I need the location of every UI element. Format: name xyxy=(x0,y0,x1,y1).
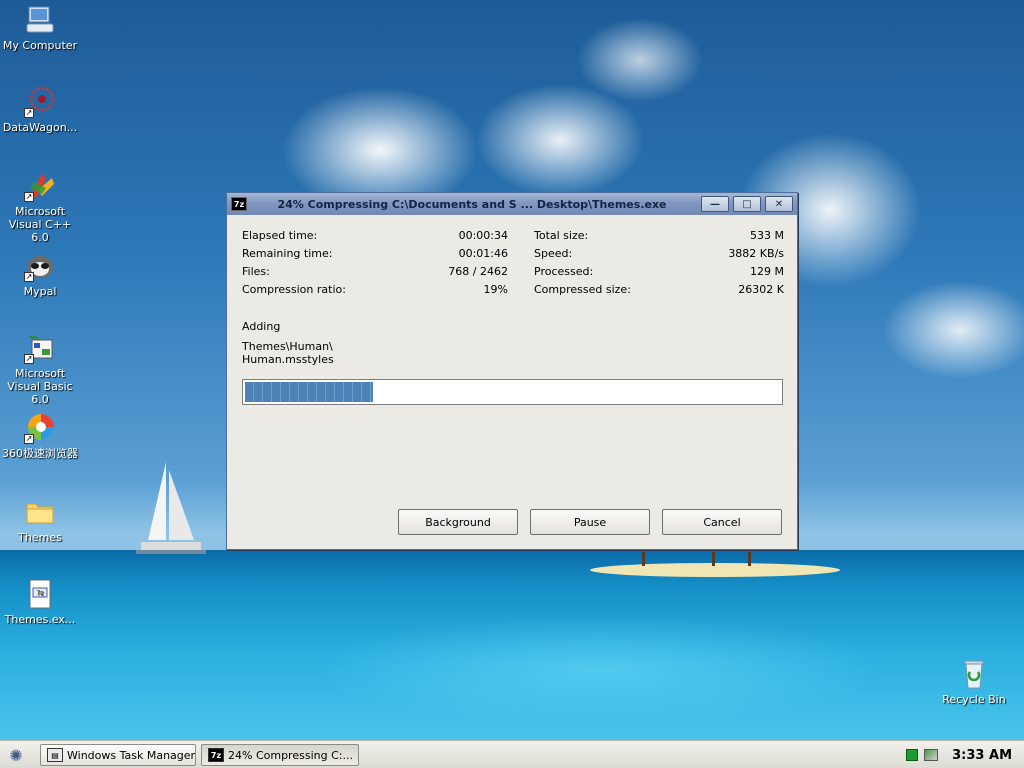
background-button[interactable]: Background xyxy=(398,509,518,535)
desktop-icon-360-browser[interactable]: ↗ 360极速浏览器 xyxy=(0,412,80,460)
taskbar-item-label: 24% Compressing C:... xyxy=(228,748,353,762)
desktop-icon-datawagon[interactable]: ↗ DataWagon... xyxy=(0,86,80,134)
speed-value: 3882 KB/s xyxy=(728,247,784,260)
wallpaper-island xyxy=(590,563,840,577)
desktop-icon-label: DataWagon... xyxy=(2,121,78,134)
desktop-icon-visual-basic[interactable]: ↗ Microsoft Visual Basic 6.0 xyxy=(0,332,80,406)
progress-bar xyxy=(242,379,783,405)
desktop-icon-label: Microsoft Visual Basic 6.0 xyxy=(7,367,73,406)
compression-stats: Elapsed time: 00:00:34 Total size: 533 M… xyxy=(242,229,784,301)
progress-bar-fill xyxy=(245,382,374,402)
shortcut-arrow-icon: ↗ xyxy=(24,354,34,364)
exe-file-icon: 7z xyxy=(24,578,56,610)
desktop-icon-label: Microsoft Visual C++ 6.0 xyxy=(8,205,72,244)
start-icon: ✺ xyxy=(9,745,23,765)
desktop-icon-label: 360极速浏览器 xyxy=(2,447,78,460)
desktop-icon-label: Themes.ex... xyxy=(4,613,76,626)
wallpaper-sailboat xyxy=(136,462,206,554)
minimize-button[interactable]: — xyxy=(701,196,729,212)
shortcut-arrow-icon: ↗ xyxy=(24,108,34,118)
wallpaper-palm xyxy=(748,552,751,566)
files-value: 768 / 2462 xyxy=(448,265,508,278)
current-file-path: Themes\Human\ xyxy=(242,340,333,353)
desktop-icon-visual-cpp[interactable]: ↗ Microsoft Visual C++ 6.0 xyxy=(0,170,80,244)
shortcut-arrow-icon: ↗ xyxy=(24,434,34,444)
compressed-size-value: 26302 K xyxy=(738,283,784,296)
processed-label: Processed: xyxy=(534,265,594,278)
360-browser-icon: ↗ xyxy=(24,412,56,444)
speed-label: Speed: xyxy=(534,247,573,260)
taskbar: ✺ ▤ Windows Task Manager 7z 24% Compress… xyxy=(0,740,1024,768)
compressed-size-label: Compressed size: xyxy=(534,283,631,296)
mypal-icon: ↗ xyxy=(24,250,56,282)
shortcut-arrow-icon: ↗ xyxy=(24,192,34,202)
desktop-icon-label: Mypal xyxy=(23,285,57,298)
desktop-icon-mypal[interactable]: ↗ Mypal xyxy=(0,250,80,298)
task-manager-icon: ▤ xyxy=(47,748,63,762)
operation-status: Adding xyxy=(242,320,281,333)
taskbar-item-label: Windows Task Manager xyxy=(67,748,196,762)
visual-cpp-icon: ↗ xyxy=(24,170,56,202)
desktop-icon-recycle-bin[interactable]: Recycle Bin xyxy=(934,658,1014,706)
wallpaper-palm xyxy=(642,552,645,566)
stat-row: Files: 768 / 2462 Processed: 129 M xyxy=(242,265,784,283)
taskbar-clock[interactable]: 3:33 AM xyxy=(952,748,1012,763)
start-button[interactable]: ✺ xyxy=(6,745,26,765)
compression-ratio-value: 19% xyxy=(483,283,508,296)
stat-row: Elapsed time: 00:00:34 Total size: 533 M xyxy=(242,229,784,247)
remaining-time-value: 00:01:46 xyxy=(458,247,508,260)
total-size-value: 533 M xyxy=(750,229,784,242)
folder-icon xyxy=(24,496,56,528)
elapsed-time-label: Elapsed time: xyxy=(242,229,318,242)
maximize-button[interactable]: □ xyxy=(733,196,761,212)
files-label: Files: xyxy=(242,265,270,278)
current-file-name: Human.msstyles xyxy=(242,353,334,366)
close-button[interactable]: ✕ xyxy=(765,196,793,212)
seven-zip-icon: 7z xyxy=(208,748,224,762)
stat-row: Compression ratio: 19% Compressed size: … xyxy=(242,283,784,301)
processed-value: 129 M xyxy=(750,265,784,278)
elapsed-time-value: 00:00:34 xyxy=(458,229,508,242)
datawagon-icon: ↗ xyxy=(24,86,56,118)
seven-zip-icon: 7z xyxy=(231,197,247,211)
shortcut-arrow-icon: ↗ xyxy=(24,272,34,282)
recycle-bin-icon xyxy=(958,658,990,690)
desktop-icon-themes-exe[interactable]: 7z Themes.ex... xyxy=(0,578,80,626)
wallpaper-palm xyxy=(712,552,715,566)
taskbar-item-compressing[interactable]: 7z 24% Compressing C:... xyxy=(201,744,359,766)
desktop-icon-label: Recycle Bin xyxy=(942,693,1006,706)
desktop-icon-my-computer[interactable]: My Computer xyxy=(0,4,80,52)
desktop-icon-themes-folder[interactable]: Themes xyxy=(0,496,80,544)
stat-row: Remaining time: 00:01:46 Speed: 3882 KB/… xyxy=(242,247,784,265)
dialog-title: 24% Compressing C:\Documents and S ... D… xyxy=(277,197,667,211)
tray-app-icon[interactable] xyxy=(924,749,939,761)
system-tray: 3:33 AM xyxy=(906,741,1024,768)
wallpaper-sea xyxy=(0,550,1024,740)
pause-button[interactable]: Pause xyxy=(530,509,650,535)
compression-progress-dialog: 7z 24% Compressing C:\Documents and S ..… xyxy=(226,192,798,550)
taskbar-item-task-manager[interactable]: ▤ Windows Task Manager xyxy=(40,744,196,766)
cancel-button[interactable]: Cancel xyxy=(662,509,782,535)
network-status-icon[interactable] xyxy=(906,749,919,761)
total-size-label: Total size: xyxy=(534,229,589,242)
compression-ratio-label: Compression ratio: xyxy=(242,283,346,296)
computer-icon xyxy=(24,4,56,36)
desktop-icon-label: Themes xyxy=(18,531,62,544)
dialog-titlebar[interactable]: 7z 24% Compressing C:\Documents and S ..… xyxy=(227,193,797,215)
remaining-time-label: Remaining time: xyxy=(242,247,333,260)
svg-text:7z: 7z xyxy=(37,590,44,597)
desktop-icon-label: My Computer xyxy=(2,39,78,52)
visual-basic-icon: ↗ xyxy=(24,332,56,364)
